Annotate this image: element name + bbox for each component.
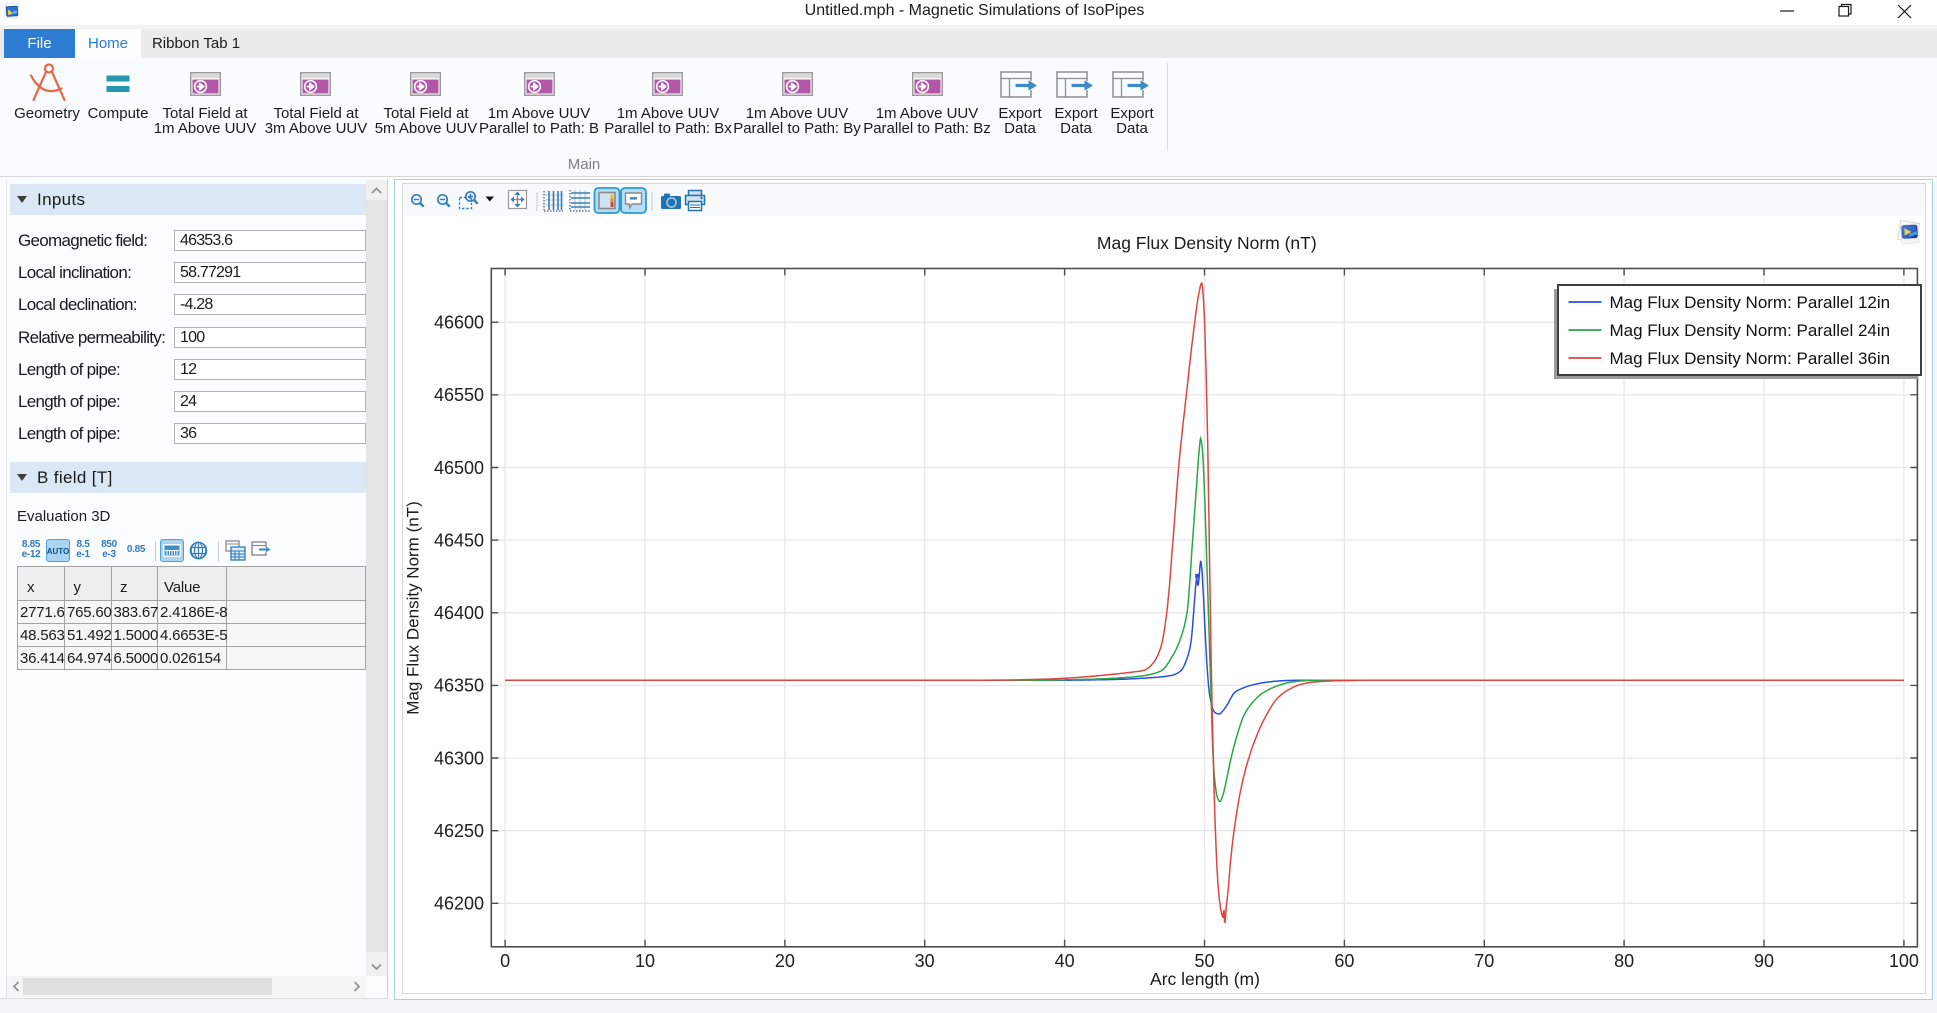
svg-text:30: 30 [915,951,935,971]
svg-text:46400: 46400 [434,603,484,623]
svg-text:70: 70 [1474,951,1494,971]
svg-text:46300: 46300 [434,748,484,768]
svg-text:100: 100 [1889,951,1919,971]
svg-text:90: 90 [1754,951,1774,971]
svg-text:46250: 46250 [434,821,484,841]
svg-text:Mag Flux Density Norm: Paralle: Mag Flux Density Norm: Parallel 36in [1610,349,1891,368]
svg-text:Arc length (m): Arc length (m) [1150,969,1260,989]
svg-text:46550: 46550 [434,385,484,405]
svg-text:46500: 46500 [434,458,484,478]
svg-text:50: 50 [1194,951,1214,971]
svg-text:60: 60 [1334,951,1354,971]
svg-text:Mag Flux Density Norm: Paralle: Mag Flux Density Norm: Parallel 24in [1610,321,1891,340]
svg-text:20: 20 [775,951,795,971]
svg-text:46200: 46200 [434,894,484,914]
svg-text:Mag Flux Density Norm: Paralle: Mag Flux Density Norm: Parallel 12in [1610,293,1891,312]
svg-text:46600: 46600 [434,313,484,333]
svg-text:Mag Flux Density Norm (nT): Mag Flux Density Norm (nT) [404,501,423,714]
svg-text:46450: 46450 [434,530,484,550]
svg-text:0: 0 [500,951,510,971]
svg-text:Mag Flux Density Norm (nT): Mag Flux Density Norm (nT) [1097,233,1317,253]
svg-text:10: 10 [635,951,655,971]
svg-text:40: 40 [1055,951,1075,971]
svg-text:80: 80 [1614,951,1634,971]
svg-text:46350: 46350 [434,676,484,696]
